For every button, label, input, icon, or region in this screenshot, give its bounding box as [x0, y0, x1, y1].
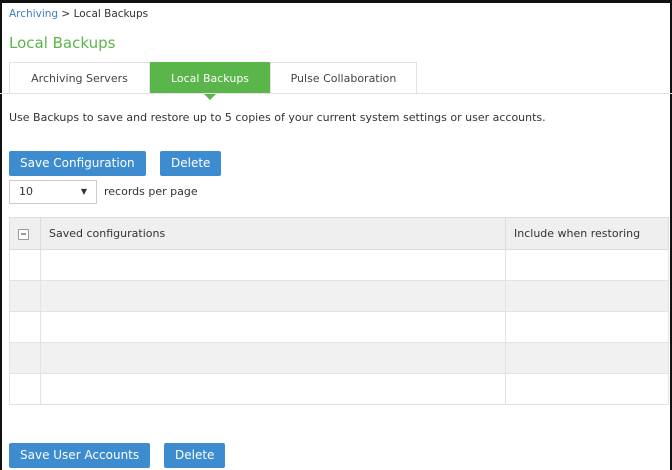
row-select-cell[interactable] — [9, 280, 41, 312]
row-select-cell[interactable] — [9, 249, 41, 281]
table-row[interactable] — [9, 249, 669, 281]
tab-divider — [0, 93, 672, 94]
row-select-cell[interactable] — [9, 342, 41, 374]
tab-local-backups[interactable]: Local Backups — [150, 62, 270, 100]
saved-configuration-cell — [40, 280, 506, 312]
table-row[interactable] — [9, 342, 669, 374]
include-when-restoring-cell — [505, 249, 669, 281]
tab-pulse-collaboration[interactable]: Pulse Collaboration — [270, 62, 417, 93]
table-row[interactable] — [9, 280, 669, 312]
column-include-when-restoring[interactable]: Include when restoring — [505, 217, 669, 250]
save-configuration-button[interactable]: Save Configuration — [9, 151, 146, 176]
breadcrumb: Archiving > Local Backups — [9, 8, 148, 20]
delete-configuration-button[interactable]: Delete — [160, 151, 222, 176]
delete-user-accounts-button[interactable]: Delete — [164, 443, 226, 468]
include-when-restoring-cell — [505, 373, 669, 405]
records-per-page-value: 10 — [19, 185, 33, 198]
breadcrumb-separator: > — [61, 8, 71, 20]
save-user-accounts-button[interactable]: Save User Accounts — [9, 443, 151, 468]
include-when-restoring-cell — [505, 342, 669, 374]
chevron-down-icon: ▼ — [80, 187, 87, 196]
table-row[interactable] — [9, 373, 669, 405]
table-row[interactable] — [9, 311, 669, 343]
tab-archiving-servers[interactable]: Archiving Servers — [9, 62, 150, 93]
row-select-cell[interactable] — [9, 373, 41, 405]
select-all-cell[interactable] — [9, 217, 41, 250]
checkbox-icon[interactable] — [18, 228, 29, 240]
saved-configuration-cell — [40, 311, 506, 343]
saved-configuration-cell — [40, 249, 506, 281]
row-select-cell[interactable] — [9, 311, 41, 343]
saved-configurations-table: Saved configurations Include when restor… — [9, 217, 669, 405]
saved-configuration-cell — [40, 373, 506, 405]
page-title: Local Backups — [9, 34, 116, 52]
saved-configuration-cell — [40, 342, 506, 374]
include-when-restoring-cell — [505, 280, 669, 312]
column-saved-configurations[interactable]: Saved configurations — [40, 217, 506, 250]
breadcrumb-archiving-link[interactable]: Archiving — [9, 8, 58, 20]
backup-description: Use Backups to save and restore up to 5 … — [9, 111, 546, 124]
records-per-page-select[interactable]: 10 ▼ — [9, 180, 97, 204]
breadcrumb-current: Local Backups — [73, 8, 149, 20]
records-per-page-label: records per page — [104, 185, 198, 198]
table-header-row: Saved configurations Include when restor… — [9, 217, 669, 250]
include-when-restoring-cell — [505, 311, 669, 343]
